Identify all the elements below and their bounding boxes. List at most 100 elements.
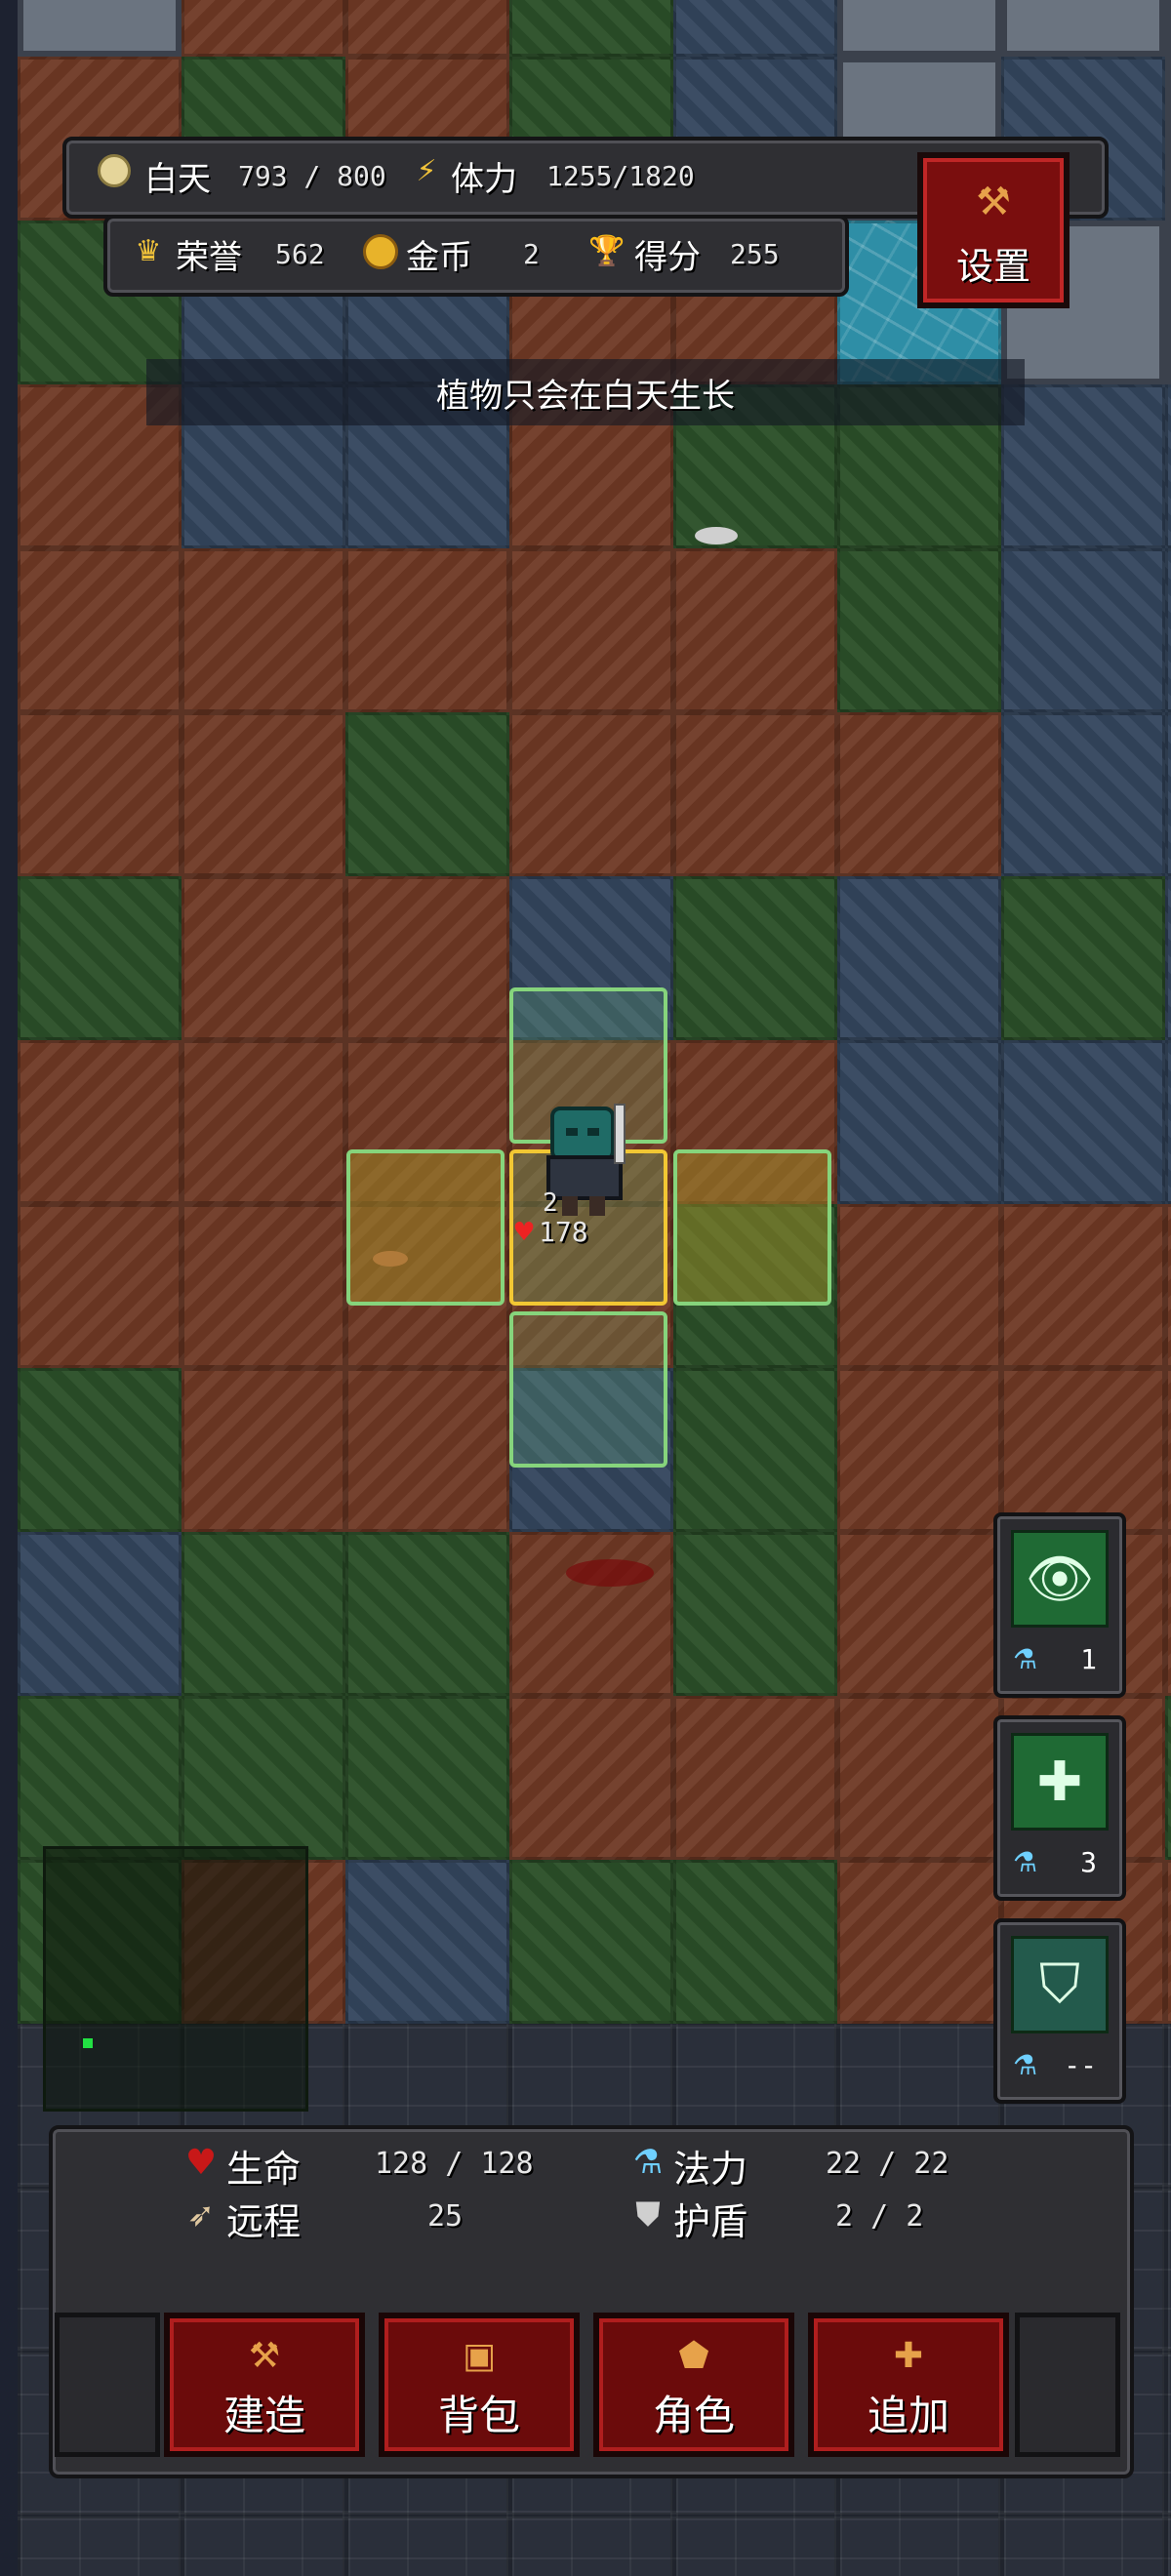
shield-icon: ⛉ xyxy=(1011,1936,1109,2033)
holy-cross-icon: ✚ xyxy=(1011,1733,1109,1831)
rock xyxy=(695,527,738,544)
dirt-tile xyxy=(345,876,509,1040)
minimap-player-dot xyxy=(83,2038,93,2048)
dirt-tile xyxy=(1165,1204,1171,1368)
player-hp: 178 xyxy=(539,1216,588,1248)
mana-potion-icon: ⚗ xyxy=(632,2143,664,2182)
wall-tile xyxy=(1165,57,1171,221)
gold-label: 金币 xyxy=(406,238,472,277)
dirt-tile xyxy=(1165,1368,1171,1532)
dirt-tile xyxy=(182,1040,345,1204)
dirt-tile xyxy=(837,1696,1001,1860)
game-screen: 2 ♥ 178 白天 793 / 800 ⚡ 体力 1255/1820 ♛ 荣誉… xyxy=(0,0,1171,2576)
stone-tile xyxy=(1165,712,1171,876)
floor-tile xyxy=(673,2516,837,2576)
skill-slot-shield[interactable]: ⛉ ⚗ -- xyxy=(993,1918,1126,2104)
floor-tile xyxy=(1165,2024,1171,2188)
grass-tile xyxy=(345,1532,509,1696)
dirt-tile xyxy=(673,548,837,712)
floor-tile xyxy=(18,2516,182,2576)
minimap[interactable] xyxy=(43,1846,308,2112)
ranged-value: 25 xyxy=(427,2199,464,2234)
mana-potion-icon: ⚗ xyxy=(1013,2049,1038,2081)
dirt-tile xyxy=(837,1860,1001,2024)
bag-button[interactable]: ▣ 背包 xyxy=(379,2313,580,2457)
backpack-icon: ▣ xyxy=(462,2336,496,2376)
heart-icon: ♥ xyxy=(512,1218,536,1247)
build-button[interactable]: ⚒ 建造 xyxy=(164,2313,365,2457)
player-level: 2 xyxy=(543,1188,558,1218)
stone-tile xyxy=(837,1040,1001,1204)
dirt-tile xyxy=(182,712,345,876)
grass-tile xyxy=(18,876,182,1040)
life-value: 128 / 128 xyxy=(375,2147,534,2181)
trophy-icon: 🏆 xyxy=(588,233,626,268)
skill-slot-reveal[interactable]: 👁 ⚗ 1 xyxy=(993,1512,1126,1698)
gold-value: 2 xyxy=(523,238,540,270)
grass-tile xyxy=(509,1860,673,2024)
settings-button[interactable]: ⚒ 设置 xyxy=(917,152,1070,308)
settings-label: 设置 xyxy=(955,245,1030,288)
shield-value: 2 / 2 xyxy=(835,2199,924,2234)
skill-slot-holy[interactable]: ✚ ⚗ 3 xyxy=(993,1715,1126,1901)
stone-tile xyxy=(1001,712,1165,876)
score-label: 得分 xyxy=(634,238,701,277)
life-label: 生命 xyxy=(226,2148,302,2191)
sun-icon xyxy=(98,154,131,187)
crown-icon: ♛ xyxy=(135,233,162,268)
stamina-value: 1255/1820 xyxy=(546,160,695,192)
hammer-icon: ⚒ xyxy=(248,2336,281,2376)
grass-tile xyxy=(1165,1696,1171,1860)
stone-tile xyxy=(18,1532,182,1696)
floor-tile xyxy=(1001,2516,1165,2576)
character-label: 角色 xyxy=(652,2392,735,2439)
grass-tile xyxy=(345,1696,509,1860)
dirt-tile xyxy=(345,548,509,712)
floor-tile xyxy=(182,2516,345,2576)
build-label: 建造 xyxy=(222,2392,305,2439)
shield-label: 护盾 xyxy=(673,2200,748,2243)
dirt-tile xyxy=(182,876,345,1040)
dirt-tile xyxy=(345,1368,509,1532)
dirt-tile xyxy=(1165,1532,1171,1696)
dirt-tile xyxy=(673,712,837,876)
honor-label: 荣誉 xyxy=(176,238,242,277)
stone-tile xyxy=(673,0,837,57)
dirt-tile xyxy=(345,0,509,57)
coin-icon xyxy=(363,234,398,269)
emblem-icon: ⬟ xyxy=(678,2336,709,2376)
move-target-left[interactable] xyxy=(346,1149,505,1306)
heart-icon: ♥ xyxy=(184,2142,218,2183)
dirt-tile xyxy=(182,1204,345,1368)
move-target-right[interactable] xyxy=(673,1149,831,1306)
honor-value: 562 xyxy=(275,238,325,270)
wall-tile xyxy=(1165,0,1171,57)
dirt-tile xyxy=(1165,1860,1171,2024)
floor-tile xyxy=(1165,2352,1171,2516)
grass-tile xyxy=(182,1532,345,1696)
dirt-tile xyxy=(509,548,673,712)
character-button[interactable]: ⬟ 角色 xyxy=(593,2313,794,2457)
stone-tile xyxy=(837,876,1001,1040)
dirt-tile xyxy=(509,1532,673,1696)
dirt-tile xyxy=(1001,1368,1165,1532)
bag-label: 背包 xyxy=(437,2392,520,2439)
wall-tile xyxy=(837,0,1001,57)
dirt-tile xyxy=(182,1368,345,1532)
add-button[interactable]: ✚ 追加 xyxy=(808,2313,1009,2457)
grass-tile xyxy=(18,1696,182,1860)
dirt-tile xyxy=(18,1040,182,1204)
grass-tile xyxy=(1001,876,1165,1040)
dirt-tile xyxy=(1001,1204,1165,1368)
grass-tile xyxy=(673,1532,837,1696)
wrench-icon: ⚒ xyxy=(976,180,1011,224)
dirt-tile xyxy=(182,0,345,57)
stone-tile xyxy=(1165,1040,1171,1204)
dirt-tile xyxy=(18,548,182,712)
mana-label: 法力 xyxy=(673,2148,748,2191)
grass-tile xyxy=(509,0,673,57)
empty-slot-left xyxy=(55,2313,160,2457)
wall-tile xyxy=(18,0,182,57)
stone-tile xyxy=(1165,548,1171,712)
move-target-down[interactable] xyxy=(509,1311,667,1468)
